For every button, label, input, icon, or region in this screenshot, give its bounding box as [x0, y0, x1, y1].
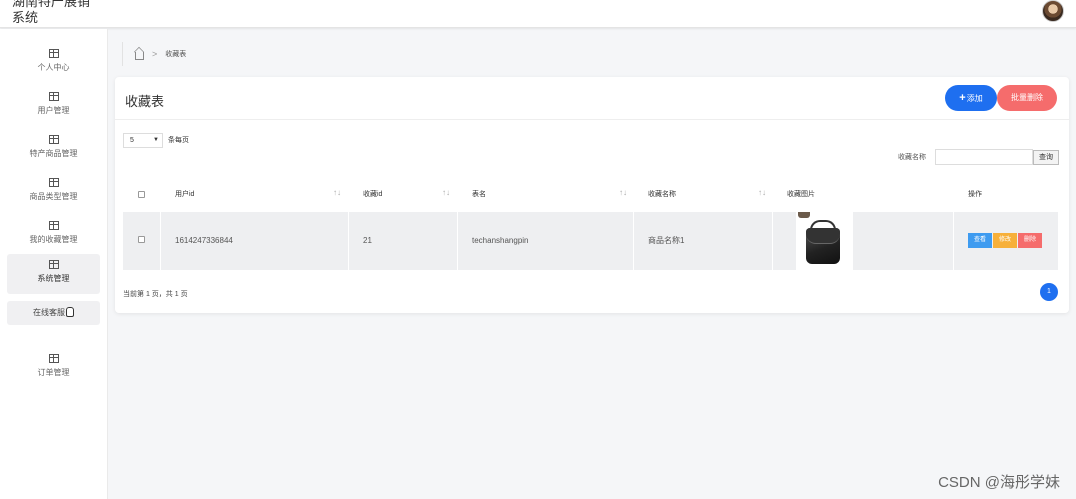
column-header-label: 收藏图片 [787, 191, 815, 198]
column-header-label: 表名 [472, 191, 486, 198]
view-button[interactable]: 查看 [968, 233, 992, 248]
sidebar: 个人中心 用户管理 特产商品管理 商品类型管理 我的收藏管理 系统管理 在线客服… [0, 29, 108, 499]
sidebar-item-personal-center[interactable]: 个人中心 [7, 43, 100, 83]
top-header: 湖南特产展销 系统 [0, 0, 1076, 28]
bag-image [802, 220, 844, 264]
pagination-summary: 当前第 1 页，共 1 页 [123, 291, 188, 298]
column-header-table-name[interactable]: 表名 [458, 180, 633, 210]
cell-actions: 查看 修改 删除 [954, 212, 1058, 270]
sort-icon[interactable]: ↑↓ [758, 188, 766, 197]
column-header-fav-name[interactable]: 收藏名称 [634, 180, 772, 210]
sort-icon[interactable]: ↑↓ [619, 188, 627, 197]
sidebar-item-label: 个人中心 [37, 63, 70, 72]
row-select-cell [123, 212, 160, 270]
column-header-label: 收藏id [363, 191, 383, 198]
page-number-current[interactable]: 1 [1040, 283, 1058, 301]
caret-down-icon: ▼ [153, 137, 159, 143]
watermark: CSDN @海彤学妹 [938, 474, 1060, 491]
breadcrumb: > 收藏表 [122, 42, 186, 66]
column-header-label: 操作 [968, 191, 982, 198]
chevron-right-icon: > [152, 49, 158, 59]
sidebar-item-label: 系统管理 [37, 274, 70, 283]
edit-button[interactable]: 修改 [993, 233, 1017, 248]
home-icon[interactable] [135, 51, 144, 60]
table-icon [48, 260, 59, 269]
sidebar-item-product-types[interactable]: 商品类型管理 [7, 172, 100, 212]
page-size-select[interactable]: 5 ▼ [123, 133, 163, 148]
batch-delete-button[interactable]: 批量删除 [997, 85, 1057, 111]
breadcrumb-current: 收藏表 [165, 51, 187, 58]
cell-table-name: techanshangpin [458, 212, 633, 270]
sidebar-item-user-management[interactable]: 用户管理 [7, 86, 100, 126]
sidebar-subitem-online-service[interactable]: 在线客服 [7, 301, 100, 325]
favorites-card: 收藏表 +添加 批量删除 5 ▼ 条每页 收藏名称 查询 用户id ↑↓ 收藏i… [115, 77, 1069, 313]
column-header-actions: 操作 [954, 180, 1058, 210]
product-image [796, 212, 853, 270]
table-icon [48, 135, 59, 144]
image-detail [798, 212, 810, 218]
column-header-fav-image: 收藏图片 [773, 180, 953, 210]
page-title: 收藏表 [125, 94, 165, 109]
table-row: 1614247336844 21 techanshangpin 商品名称1 查看… [123, 212, 1058, 270]
sidebar-item-label: 订单管理 [37, 368, 70, 377]
sidebar-item-label: 用户管理 [37, 106, 70, 115]
sidebar-item-label: 商品类型管理 [29, 192, 78, 201]
add-button[interactable]: +添加 [945, 85, 997, 111]
table-header: 用户id ↑↓ 收藏id ↑↓ 表名 ↑↓ 收藏名称 ↑↓ 收藏图片 操作 [123, 180, 1058, 210]
table-icon [48, 49, 59, 58]
row-checkbox[interactable] [138, 236, 145, 243]
search-button[interactable]: 查询 [1033, 150, 1059, 165]
table-icon [48, 221, 59, 230]
search-input[interactable] [935, 149, 1033, 165]
sidebar-item-my-favorites[interactable]: 我的收藏管理 [7, 215, 100, 255]
column-header-fav-id[interactable]: 收藏id [349, 180, 457, 210]
sidebar-item-label: 我的收藏管理 [29, 235, 78, 244]
sort-icon[interactable]: ↑↓ [333, 188, 341, 197]
hand-cursor-icon [66, 307, 74, 317]
column-header-label: 用户id [175, 191, 195, 198]
bag-flap [806, 228, 840, 244]
sidebar-item-system-management[interactable]: 系统管理 [7, 254, 100, 294]
sidebar-subitem-label: 在线客服 [33, 308, 65, 317]
sidebar-item-label: 特产商品管理 [29, 149, 78, 158]
sidebar-item-order-management[interactable]: 订单管理 [7, 348, 100, 388]
per-page-label: 条每页 [168, 137, 189, 144]
cell-user-id: 1614247336844 [161, 212, 348, 270]
table-icon [48, 92, 59, 101]
column-header-user-id[interactable]: 用户id [161, 180, 348, 210]
divider [115, 119, 1069, 120]
add-button-label: 添加 [966, 94, 983, 103]
sidebar-item-specialty-products[interactable]: 特产商品管理 [7, 129, 100, 169]
search-label: 收藏名称 [898, 154, 926, 161]
cell-fav-name: 商品名称1 [634, 212, 772, 270]
plus-icon: + [959, 92, 966, 104]
sort-icon[interactable]: ↑↓ [442, 188, 450, 197]
app-title: 湖南特产展销 系统 [12, 0, 91, 25]
table-icon [48, 354, 59, 363]
cell-fav-id: 21 [349, 212, 457, 270]
page-size-value: 5 [130, 137, 134, 144]
user-avatar[interactable] [1042, 0, 1064, 22]
delete-button[interactable]: 删除 [1018, 233, 1042, 248]
column-header-label: 收藏名称 [648, 191, 676, 198]
table-icon [48, 178, 59, 187]
select-all-checkbox[interactable] [138, 191, 145, 198]
